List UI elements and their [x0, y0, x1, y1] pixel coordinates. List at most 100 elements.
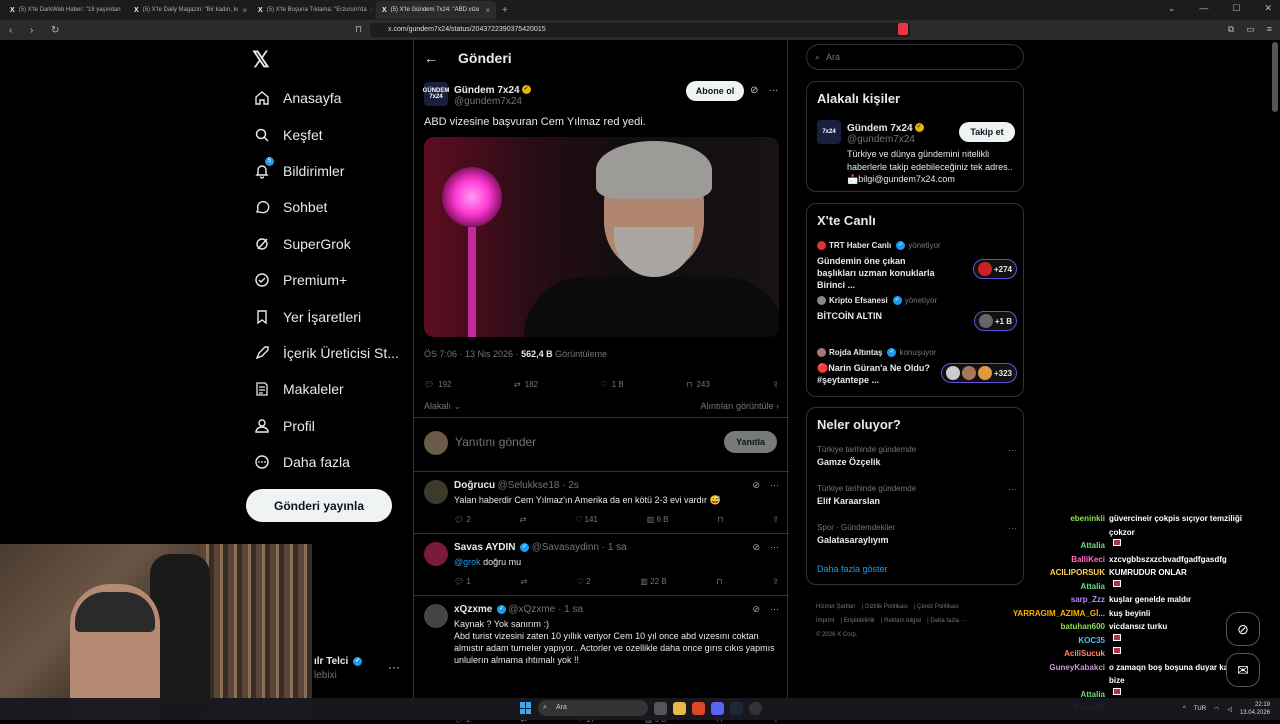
avatar[interactable]: GÜNDEM 7x24	[423, 82, 449, 106]
bookmark-button[interactable]: ⊓ 243	[686, 380, 710, 389]
bookmark-icon[interactable]: ⊓	[716, 577, 722, 586]
footer-link[interactable]: Erişilebilirlik	[844, 618, 875, 624]
like-button[interactable]: ♡ 2	[577, 577, 591, 586]
mention-link[interactable]: @grok	[454, 557, 481, 567]
extensions-icon[interactable]: ⧉	[1228, 24, 1234, 35]
grok-icon[interactable]: ⊘	[752, 480, 760, 491]
reply-button[interactable]: 💬︎ 192	[424, 380, 452, 389]
browser-tab[interactable]: X(5) X'te DarkWeb Haber: "18 yaşından×	[4, 1, 124, 19]
account-name[interactable]: ılr Telci ✓	[314, 656, 363, 667]
live-item[interactable]: Rojda Altıntaş ✓ konuşuyor 🔴Narin Güran'a …	[817, 348, 1017, 386]
grok-icon[interactable]: ⊘	[752, 542, 760, 553]
brave-browser-icon[interactable]	[692, 701, 705, 715]
chevron-up-icon[interactable]: ^	[1183, 706, 1186, 712]
more-icon[interactable]: ···	[768, 85, 778, 96]
reply-item[interactable]: Doğrucu @Selukkse18 · 2s ⊘ ··· Yalan habe…	[414, 472, 789, 534]
sidebar-icon[interactable]: ▭	[1246, 24, 1255, 35]
avatar[interactable]	[424, 604, 448, 628]
sidebar-item-bookmarks[interactable]: Yer İşaretleri	[252, 298, 412, 334]
obs-icon[interactable]	[749, 701, 762, 715]
more-icon[interactable]: ···	[1008, 484, 1017, 494]
share-icon[interactable]: ⇪	[772, 515, 779, 524]
grok-icon[interactable]: ⊘	[752, 604, 760, 615]
footer-link[interactable]: Reklam bilgisi	[884, 618, 921, 624]
chat-username[interactable]: ACILIPORSUK	[990, 566, 1105, 580]
more-icon[interactable]: ···	[770, 542, 779, 553]
maximize-icon[interactable]: ☐	[1232, 3, 1240, 14]
like-button[interactable]: ♡ 1 B	[601, 380, 624, 389]
footer-link[interactable]: İmprint	[816, 618, 834, 624]
trend-item[interactable]: Türkiye tarihinde gündemde Elif Karaarsla…	[817, 484, 1017, 506]
footer-link[interactable]: Hizmet Şartları	[816, 604, 856, 610]
back-arrow-icon[interactable]: ←	[424, 50, 448, 66]
trend-item[interactable]: Spor · Gündemdekiler Galatasaraylıyım ···	[817, 523, 1017, 545]
bookmark-page-icon[interactable]: ⊓	[355, 24, 362, 35]
windows-start-icon[interactable]	[520, 702, 532, 714]
sidebar-item-home[interactable]: Anasayfa	[252, 80, 412, 116]
close-tab-icon[interactable]: ×	[485, 6, 490, 15]
more-icon[interactable]: ···	[770, 604, 779, 615]
x-logo-icon[interactable]: 𝕏	[252, 47, 270, 73]
like-button[interactable]: ♡ 141	[575, 515, 598, 524]
account-more-icon[interactable]: ···	[388, 660, 400, 674]
dropdown-icon[interactable]: ⌄	[1168, 3, 1176, 14]
chat-username[interactable]: KOC35	[990, 634, 1105, 648]
steam-icon[interactable]	[730, 701, 743, 715]
post-button[interactable]: Gönderi yayınla	[246, 489, 392, 522]
browser-tab[interactable]: X (5) X'te Daily Magazin: "Bir kadın, kı ×	[128, 1, 248, 19]
chat-username[interactable]	[990, 674, 1105, 688]
new-tab-icon[interactable]: +	[502, 5, 508, 16]
sort-dropdown[interactable]: Alakalı ⌄	[424, 401, 461, 412]
avatar[interactable]: 7x24	[817, 120, 841, 144]
chat-username[interactable]: Attalia	[990, 580, 1105, 594]
share-button[interactable]: ⇪	[772, 380, 779, 389]
related-account[interactable]: Gündem 7x24 ✓ @gundem7x24	[847, 120, 924, 145]
live-listeners-pill[interactable]: +323	[940, 363, 1017, 383]
footer-link[interactable]: Çerez Politikası	[917, 604, 959, 610]
discord-icon[interactable]	[711, 701, 724, 715]
show-more-link[interactable]: Daha fazla göster	[817, 564, 888, 574]
grok-icon[interactable]: ⊘	[750, 85, 758, 96]
volume-icon[interactable]: ◁	[1227, 706, 1232, 713]
sidebar-item-more[interactable]: Daha fazla	[252, 444, 412, 480]
footer-link[interactable]: Daha fazla ···	[930, 618, 966, 624]
retweet-button[interactable]: ⇄	[520, 515, 527, 524]
reload-icon[interactable]: ↻	[51, 25, 63, 36]
avatar[interactable]	[424, 480, 448, 504]
retweet-button[interactable]: ⇄ 182	[514, 380, 538, 389]
tweet-timestamp[interactable]: ÖS 7:06 · 13 Nis 2026 ·	[424, 349, 521, 359]
tweet-author[interactable]: GÜNDEM 7x24 Gündem 7x24 ✓ @gundem7x24	[423, 82, 531, 107]
chat-username[interactable]: AciliSucuk	[990, 647, 1105, 661]
reply-submit-button[interactable]: Yanıtla	[724, 431, 777, 453]
back-icon[interactable]: ‹	[9, 25, 21, 36]
reply-item[interactable]: Savas AYDIN ✓ @Savasaydinn · 1 sa ⊘ ··· @…	[414, 534, 789, 596]
reply-input[interactable]	[455, 435, 610, 449]
live-item[interactable]: TRT Haber Canlı ✓ yönetiyor Gündemin öne ç…	[817, 241, 1017, 291]
chat-username[interactable]: batuhan600	[990, 620, 1105, 634]
sidebar-item-profile[interactable]: Profil	[252, 408, 412, 444]
view-quotes-link[interactable]: Alıntıları görüntüle ›	[700, 401, 779, 412]
search-input[interactable]: ⌕ Ara	[806, 44, 1024, 70]
follow-button[interactable]: Takip et	[959, 122, 1015, 142]
chat-username[interactable]: YARRAGIM_AZIMA_Gİ...	[990, 607, 1105, 621]
forward-icon[interactable]: ›	[30, 25, 42, 36]
url-field[interactable]: x.com/gundem7x24/status/2043722390375420…	[370, 23, 910, 37]
views-button[interactable]: ▥ 6 B	[647, 515, 669, 524]
language-indicator[interactable]: TUR	[1194, 706, 1206, 712]
chat-username[interactable]	[990, 526, 1105, 540]
live-item[interactable]: Kripto Efsanesi ✓ yönetiyor BİTCOİN ALTIN …	[817, 296, 1017, 331]
views-button[interactable]: ▥ 22 B	[640, 577, 666, 586]
taskbar-search[interactable]: ⌕ Ara	[538, 700, 648, 716]
file-explorer-icon[interactable]	[673, 701, 686, 715]
messages-float-button[interactable]: ✉	[1226, 653, 1260, 687]
brave-shield-icon[interactable]	[898, 23, 908, 35]
more-icon[interactable]: ···	[1008, 445, 1017, 455]
scrollbar[interactable]	[1272, 42, 1278, 112]
live-listeners-pill[interactable]: +1 B	[973, 311, 1017, 331]
sidebar-item-supergrok[interactable]: SuperGrok	[252, 226, 412, 262]
reply-button[interactable]: 💬︎ 1	[454, 577, 471, 586]
sidebar-item-articles[interactable]: Makaleler	[252, 371, 412, 407]
close-window-icon[interactable]: ✕	[1264, 3, 1272, 14]
minimize-icon[interactable]: —	[1199, 3, 1208, 14]
sidebar-item-explore[interactable]: Keşfet	[252, 116, 412, 152]
